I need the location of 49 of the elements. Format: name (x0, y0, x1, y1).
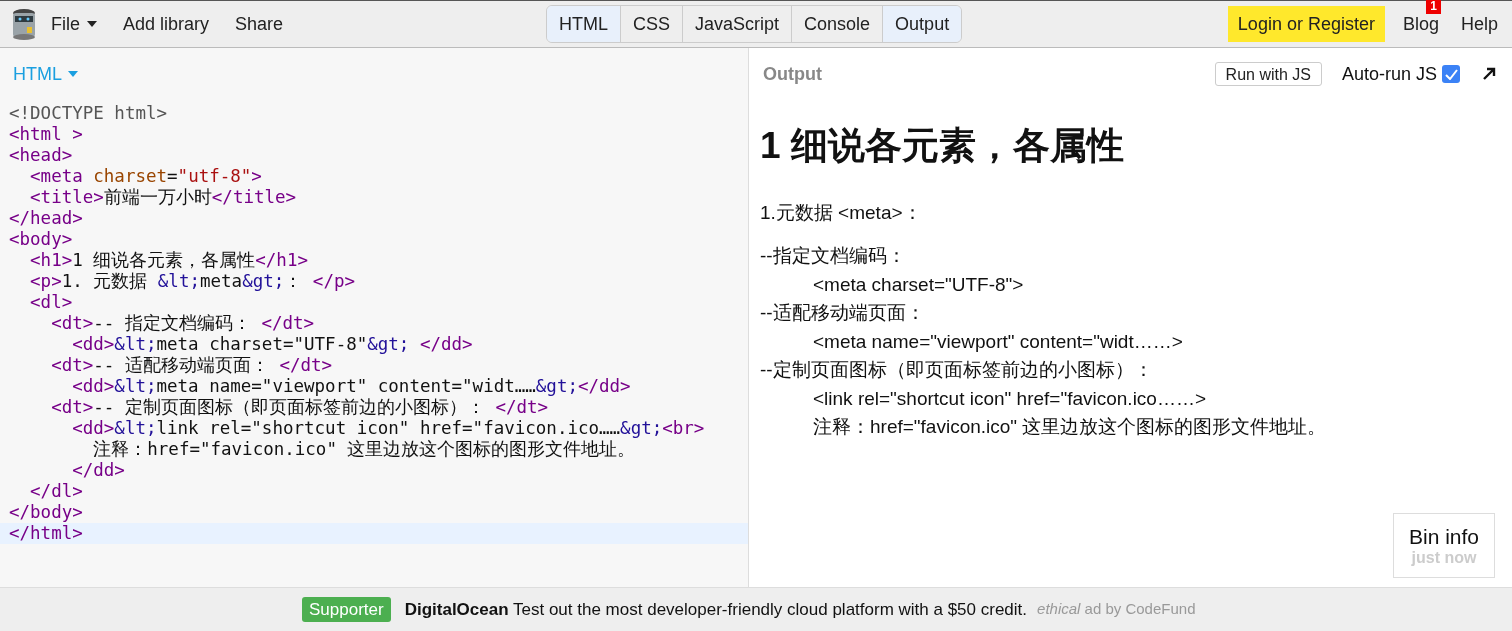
output-description: <meta charset="UTF-8"> (813, 273, 1024, 295)
code-line[interactable]: </dd> (72, 460, 125, 480)
panel-tab[interactable]: Output (882, 6, 962, 42)
login-button[interactable]: Login or Register (1227, 6, 1385, 42)
output-term: --定制页面图标（即页面标签前边的小图标）： (760, 359, 1153, 380)
code-line[interactable]: </body> (9, 502, 83, 522)
code-line[interactable]: <h1>1 细说各元素，各属性</h1> (30, 250, 308, 270)
notification-badge: 1 (1426, 0, 1441, 14)
menu-item[interactable]: File (51, 10, 97, 38)
autorun-checkbox[interactable] (1442, 65, 1460, 83)
output-description: <meta name="viewport" content="widt……> (813, 330, 1183, 352)
code-line[interactable]: <p>1. 元数据 &lt;meta&gt;： </p> (30, 271, 355, 291)
code-line[interactable]: 注释：href="favicon.ico" 这里边放这个图标的图形文件地址。 (93, 439, 636, 459)
menu-item[interactable]: Share (235, 10, 284, 38)
panel-title: Output (763, 62, 822, 86)
code-line[interactable]: <!DOCTYPE html> (9, 103, 168, 123)
run-button[interactable]: Run with JS (1214, 62, 1322, 86)
nav-link[interactable]: Help (1460, 13, 1498, 34)
code-line[interactable]: <head> (9, 145, 73, 165)
code-line[interactable]: <dd>&lt;link rel="shortcut icon" href="favicon.ico……&gt;<br> (72, 418, 705, 438)
code-line[interactable]: </head> (9, 208, 83, 228)
caret-icon (68, 71, 78, 77)
code-line[interactable]: </html> (9, 523, 83, 543)
nav-link[interactable]: Blog (1402, 13, 1439, 34)
code-line[interactable]: <meta charset="utf-8"> (30, 166, 262, 186)
sponsor-message[interactable]: DigitalOcean Test out the most developer-friendly cloud platform with a $50 credit. (404, 596, 1028, 623)
output-term: --适配移动端页面： (760, 302, 925, 323)
output-description: 注释：href="favicon.ico" 这里边放这个图标的图形文件地址。 (813, 416, 1327, 437)
code-line[interactable]: <dd>&lt;meta charset="UTF-8"&gt; </dd> (72, 334, 473, 354)
panel-tab[interactable]: HTML (547, 6, 620, 42)
menu-item[interactable]: Add library (123, 10, 210, 38)
code-line[interactable]: <dt>-- 定制页面图标（即页面标签前边的小图标）： </dt> (51, 397, 549, 417)
bin-logo-icon[interactable] (11, 7, 37, 41)
code-line[interactable]: </dl> (30, 481, 83, 501)
code-line[interactable]: <html > (9, 124, 83, 144)
supporter-badge: Supporter (302, 597, 391, 622)
code-line[interactable]: <dd>&lt;meta name="viewport" content="widt……&gt;</dd> (72, 376, 631, 396)
code-line[interactable]: <dl> (30, 292, 73, 312)
code-line[interactable]: <title>前端一万小时</title> (30, 187, 297, 207)
code-line[interactable]: <body> (9, 229, 73, 249)
output-paragraph: 1.元数据 <meta>： (760, 202, 922, 223)
output-heading: 1 细说各元素，各属性 (760, 125, 1124, 166)
output-term: --指定文档编码： (760, 245, 906, 266)
code-line[interactable]: <dt>-- 指定文档编码： </dt> (51, 313, 315, 333)
output-description: <link rel="shortcut icon" href="favicon.ico……> (813, 387, 1207, 409)
code-line[interactable]: <dt>-- 适配移动端页面： </dt> (51, 355, 333, 375)
bin-info-title: Bin info (1408, 524, 1479, 549)
expand-arrow-icon[interactable] (1482, 67, 1496, 81)
autorun-label: Auto-run JS (1341, 62, 1437, 86)
